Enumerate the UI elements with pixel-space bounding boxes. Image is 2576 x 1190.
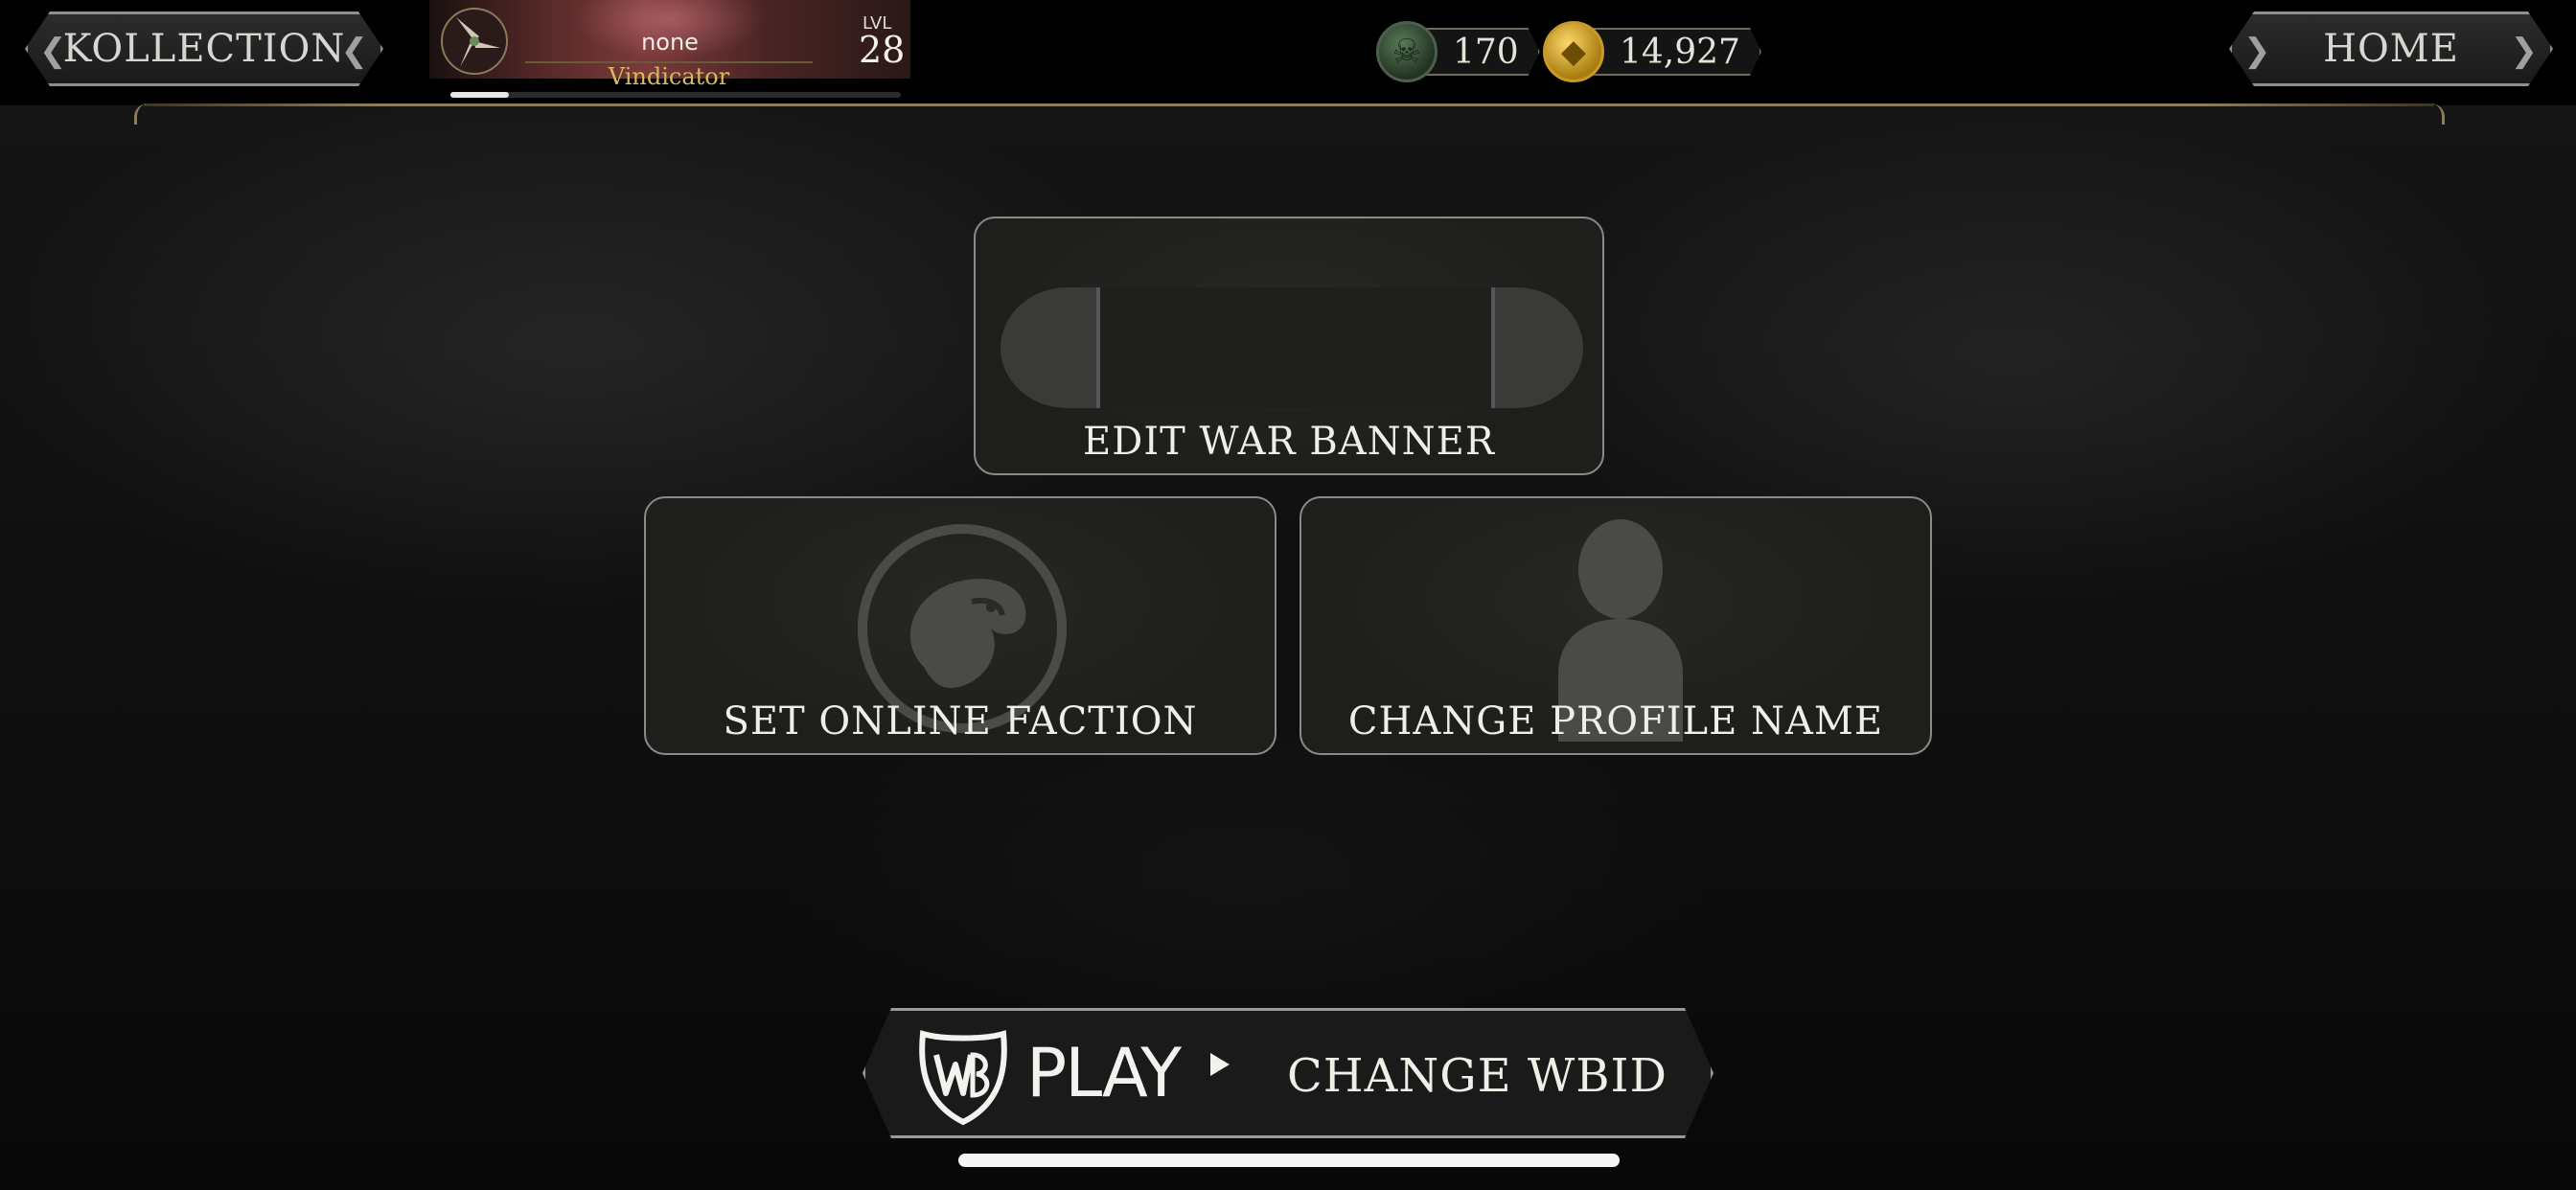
souls-currency[interactable]: ☠ 170	[1376, 21, 1540, 82]
chevron-right-icon: ❯	[2510, 32, 2539, 70]
play-triangle-icon	[1210, 1053, 1230, 1076]
chevron-right-icon: ❯	[2243, 32, 2272, 70]
set-online-faction-label: SET ONLINE FACTION	[723, 699, 1198, 744]
kollection-label: KOLLECTION	[62, 27, 346, 71]
edit-war-banner-button[interactable]: EDIT WAR BANNER	[974, 217, 1604, 475]
top-bar: ❮ KOLLECTION ❮ none Vindicator LVL 28 ☠ …	[0, 0, 2576, 105]
wb-play-logo-text: PLAY	[1026, 1034, 1181, 1112]
skull-coin-icon: ☠	[1376, 21, 1438, 82]
gold-coin-icon: ◆	[1543, 21, 1604, 82]
xp-progress-bar	[450, 92, 901, 98]
edit-war-banner-label: EDIT WAR BANNER	[1083, 420, 1495, 464]
profile-card[interactable]: none Vindicator LVL 28	[429, 0, 910, 96]
change-wbid-button[interactable]: PLAY CHANGE WBID	[862, 1008, 1714, 1138]
home-button[interactable]: ❯ HOME ❯	[2229, 11, 2553, 86]
chevron-left-icon: ❮	[340, 32, 369, 70]
home-indicator[interactable]	[958, 1154, 1620, 1167]
xp-progress-fill	[450, 92, 510, 98]
kollection-button[interactable]: ❮ KOLLECTION ❮	[25, 11, 383, 86]
set-online-faction-button[interactable]: SET ONLINE FACTION	[644, 496, 1276, 755]
wb-shield-logo-icon	[913, 1026, 1013, 1126]
change-wbid-label: CHANGE WBID	[1287, 1049, 1668, 1103]
level-value: 28	[859, 29, 906, 71]
profile-name: none	[641, 29, 699, 56]
chevron-left-icon: ❮	[39, 32, 68, 70]
profile-title: Vindicator	[525, 61, 813, 90]
koins-currency[interactable]: ◆ 14,927	[1543, 21, 1761, 82]
war-banner-inner	[1096, 287, 1495, 408]
koins-amount: 14,927	[1591, 28, 1761, 76]
home-label: HOME	[2323, 27, 2459, 71]
header-divider	[144, 103, 2434, 106]
change-profile-name-button[interactable]: CHANGE PROFILE NAME	[1300, 496, 1932, 755]
souls-amount: 170	[1424, 28, 1540, 76]
change-profile-name-label: CHANGE PROFILE NAME	[1347, 699, 1884, 744]
